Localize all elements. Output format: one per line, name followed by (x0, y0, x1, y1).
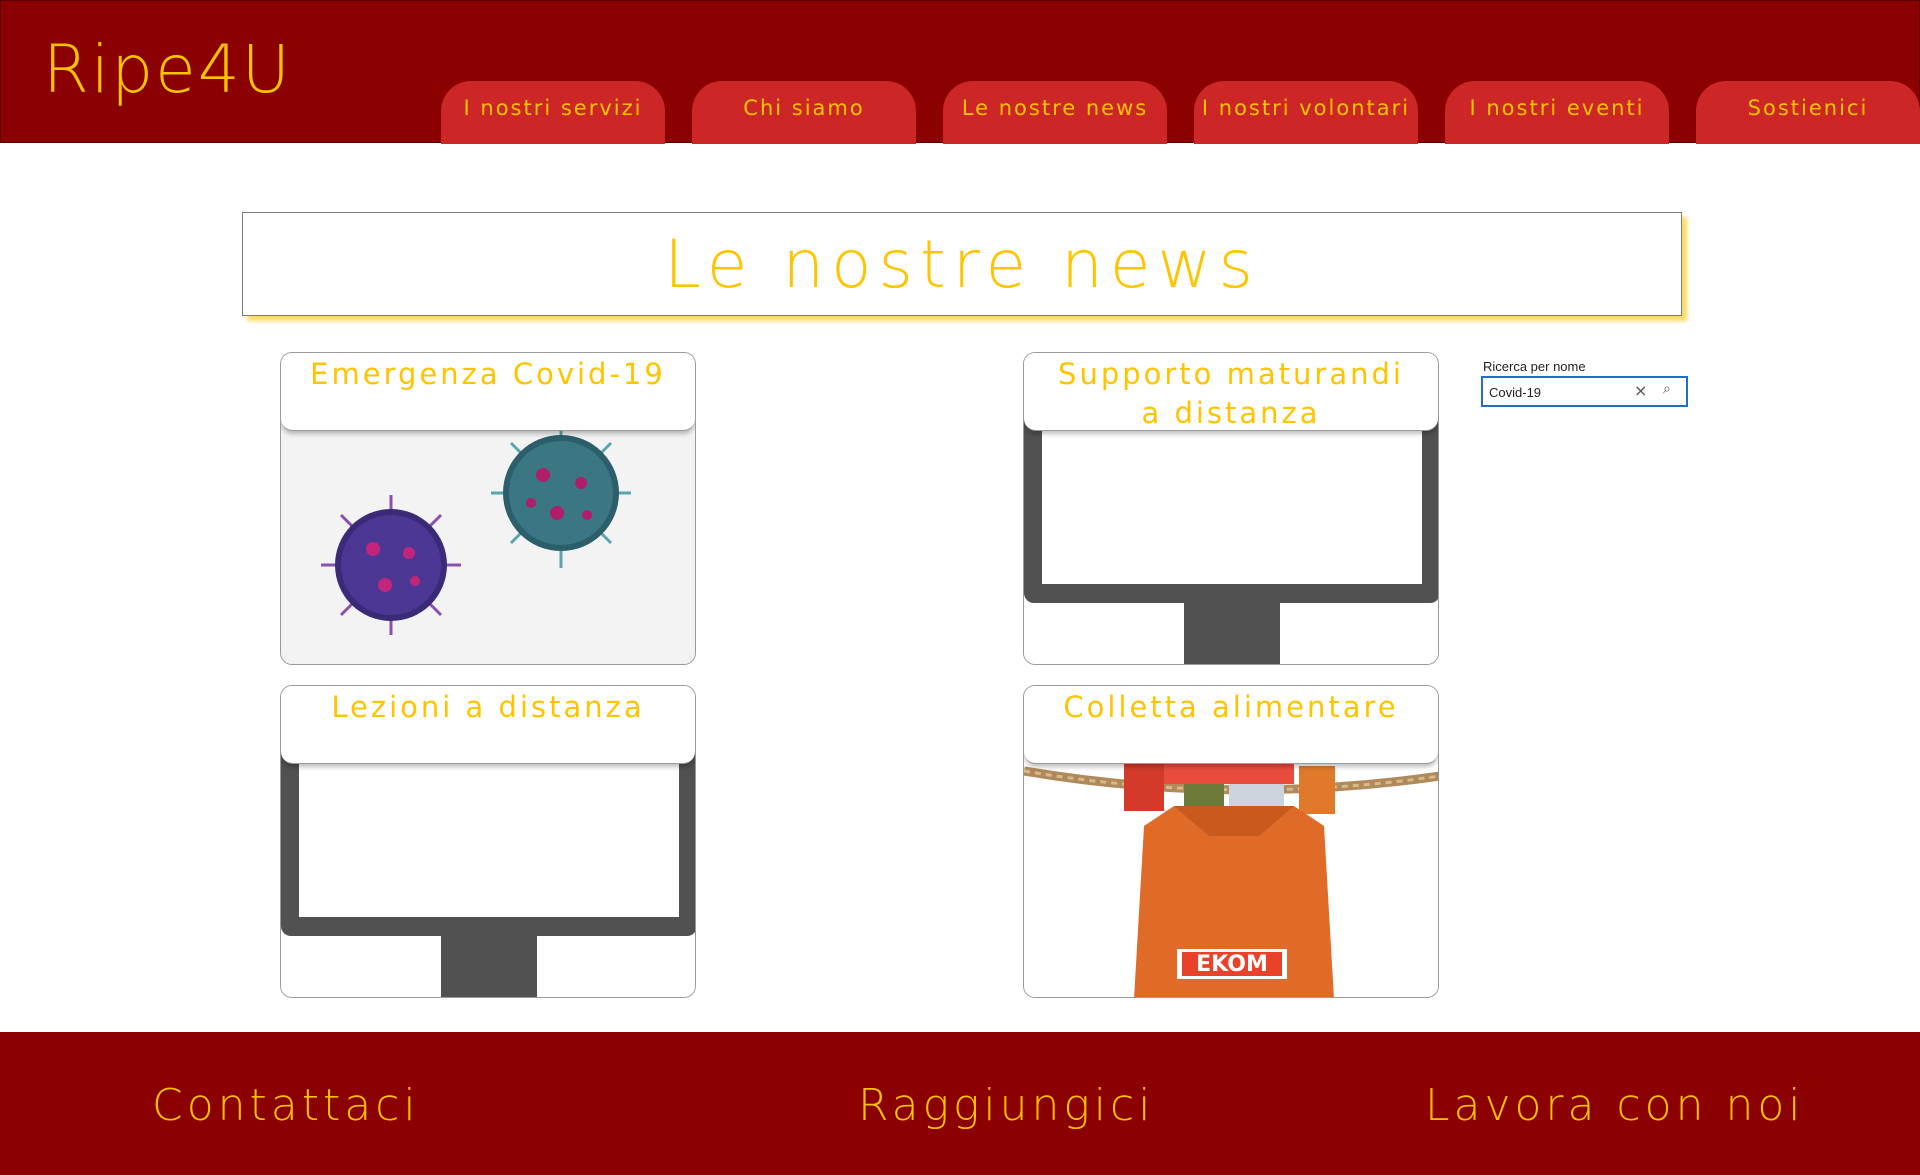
nav-tab-news[interactable]: Le nostre news (943, 81, 1167, 144)
logo[interactable]: Ripe4U (43, 31, 292, 108)
search-box: × ⌕ (1481, 376, 1688, 407)
nav-tab-servizi[interactable]: I nostri servizi (441, 81, 665, 144)
svg-text:EKOM: EKOM (1196, 952, 1268, 977)
nav-tab-chi-siamo[interactable]: Chi siamo (692, 81, 916, 144)
page-title-box: Le nostre news (242, 212, 1682, 316)
news-card-covid[interactable]: Emergenza Covid-19 (280, 352, 696, 665)
news-card-header: Supporto maturandi a distanza (1024, 353, 1438, 431)
news-card-title: Emergenza Covid-19 (310, 357, 666, 391)
search-icon[interactable]: ⌕ (1663, 381, 1671, 397)
clear-icon[interactable]: × (1634, 381, 1647, 400)
search-label: Ricerca per nome (1483, 359, 1586, 374)
news-card-title: Lezioni a distanza (331, 690, 645, 724)
footer-link-contattaci[interactable]: Contattaci (152, 1080, 420, 1131)
footer-link-lavora[interactable]: Lavora con noi (1425, 1080, 1805, 1131)
news-card-colletta[interactable]: EKOM Colletta alimentare (1023, 685, 1439, 998)
news-card-header: Emergenza Covid-19 (281, 353, 695, 431)
news-card-lezioni[interactable]: Lezioni a distanza (280, 685, 696, 998)
news-card-supporto[interactable]: Supporto maturandi a distanza (1023, 352, 1439, 665)
news-card-title: Supporto maturandi a distanza (1058, 357, 1404, 430)
news-card-header: Colletta alimentare (1024, 686, 1438, 764)
footer: Contattaci Raggiungici Lavora con noi (0, 1032, 1920, 1175)
news-card-title: Colletta alimentare (1063, 690, 1399, 724)
search-input[interactable] (1489, 382, 1629, 402)
nav-tab-sostienici[interactable]: Sostienici (1696, 81, 1920, 144)
header: Ripe4U I nostri servizi Chi siamo Le nos… (0, 0, 1920, 144)
page-title: Le nostre news (664, 225, 1260, 303)
footer-link-raggiungici[interactable]: Raggiungici (858, 1080, 1154, 1131)
nav-tab-eventi[interactable]: I nostri eventi (1445, 81, 1669, 144)
nav-tab-volontari[interactable]: I nostri volontari (1194, 81, 1418, 144)
news-card-header: Lezioni a distanza (281, 686, 695, 764)
